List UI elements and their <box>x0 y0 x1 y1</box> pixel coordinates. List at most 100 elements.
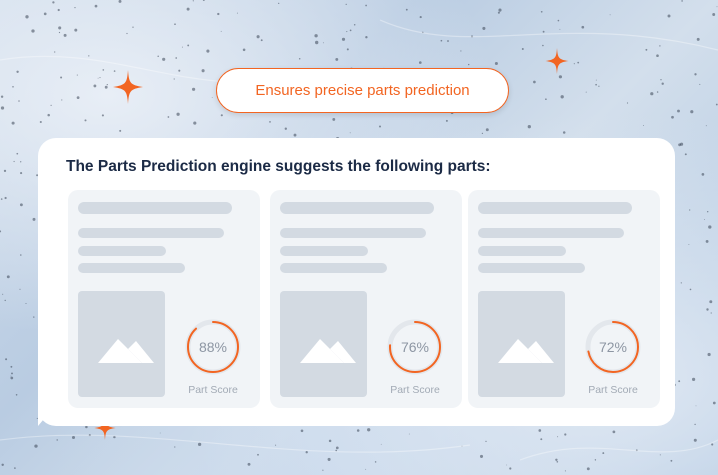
text-placeholder <box>280 263 387 273</box>
speckle <box>217 12 220 16</box>
part-card[interactable]: 76% Part Score <box>270 190 462 408</box>
speckle <box>104 85 108 89</box>
speckle <box>564 470 566 472</box>
speckle <box>481 132 484 135</box>
speckle <box>52 1 55 4</box>
speckle <box>178 69 181 72</box>
sparkle-icon <box>545 48 569 74</box>
speckle <box>181 46 183 48</box>
speckle <box>468 63 470 66</box>
speckle <box>39 120 42 124</box>
speckle <box>693 438 697 442</box>
speckle <box>560 95 564 99</box>
speckle <box>247 462 251 466</box>
speckle <box>0 106 5 110</box>
speckle <box>557 19 560 22</box>
speckle <box>365 468 367 470</box>
speckle <box>84 119 87 122</box>
speckle <box>16 70 19 73</box>
speckle <box>58 26 62 30</box>
speckle <box>705 239 709 243</box>
speckle <box>710 312 712 314</box>
speckle <box>13 160 15 163</box>
speckle <box>494 61 498 66</box>
speckle <box>257 453 259 456</box>
speckle <box>31 29 35 33</box>
speckle <box>540 10 543 13</box>
speckle <box>3 169 7 173</box>
sparkle-icon <box>113 70 143 104</box>
part-card[interactable]: 72% Part Score <box>468 190 660 408</box>
speckle <box>174 446 176 448</box>
speckle <box>485 128 489 132</box>
speckle <box>260 39 263 42</box>
speckle <box>712 13 716 16</box>
speckle <box>278 2 280 5</box>
speckle <box>192 0 194 2</box>
speckle <box>10 365 13 368</box>
speckle <box>380 443 382 445</box>
speckle <box>643 125 644 127</box>
speckle <box>341 37 346 41</box>
text-placeholder <box>478 263 585 273</box>
speckle <box>93 84 97 88</box>
speckle <box>211 97 213 99</box>
speckle <box>11 372 13 375</box>
part-card[interactable]: 88% Part Score <box>68 190 260 408</box>
speckle <box>50 104 52 106</box>
speckle <box>10 376 14 380</box>
speckle <box>220 30 222 32</box>
speckle <box>269 121 271 123</box>
score-value: 72% <box>598 339 628 355</box>
speckle <box>678 143 681 147</box>
speckle <box>440 39 443 42</box>
speckle <box>332 117 336 121</box>
speckle <box>25 302 27 305</box>
speckle <box>0 198 3 200</box>
speckle <box>709 300 713 304</box>
speckle <box>691 377 696 382</box>
speckle <box>12 86 14 88</box>
speckle <box>20 172 23 175</box>
speckle <box>353 23 356 26</box>
score-label: Part Score <box>390 384 440 396</box>
speckle <box>716 6 718 8</box>
speckle <box>1 463 4 467</box>
feature-badge-label: Ensures precise parts prediction <box>255 82 470 99</box>
speckle <box>15 394 18 396</box>
speckle <box>25 15 29 19</box>
title-placeholder <box>280 202 434 214</box>
speckle <box>708 225 712 229</box>
text-placeholder <box>280 228 426 238</box>
title-placeholder <box>478 202 632 214</box>
speckle <box>94 4 98 8</box>
speckle <box>681 0 683 2</box>
part-score-ring: 72% <box>581 315 645 379</box>
speckle <box>445 119 448 122</box>
speckle <box>349 132 351 134</box>
speckle <box>16 152 19 155</box>
speckle <box>4 299 6 302</box>
speckle <box>74 28 78 32</box>
speckle <box>74 6 76 9</box>
speckle <box>14 467 16 469</box>
speckle <box>328 439 332 443</box>
speckle <box>711 443 714 446</box>
speckle <box>322 42 324 44</box>
speckle <box>689 209 691 211</box>
speckle <box>345 3 347 6</box>
speckle <box>43 12 47 16</box>
speckle <box>706 308 709 311</box>
speckle <box>378 125 382 128</box>
speckle <box>602 452 605 455</box>
speckle <box>60 76 63 79</box>
speckle <box>408 433 410 435</box>
speckle <box>374 461 377 463</box>
speckle <box>6 275 10 279</box>
speckle <box>545 98 547 101</box>
speckle <box>447 40 449 42</box>
score-value: 88% <box>198 339 228 355</box>
speckle <box>20 161 22 163</box>
speckle <box>187 44 190 47</box>
speckle <box>694 73 697 76</box>
